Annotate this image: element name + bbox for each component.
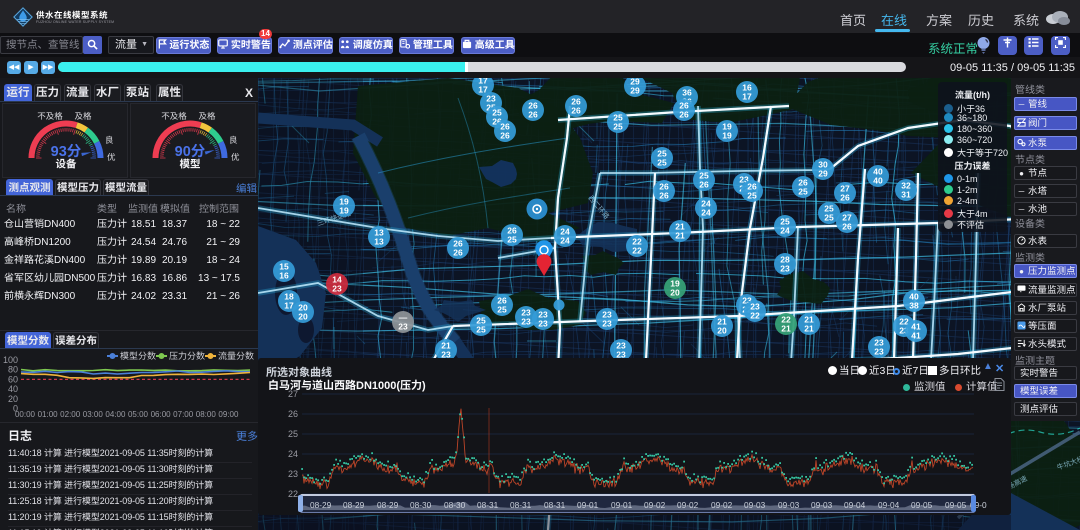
svg-text:及格: 及格 <box>74 111 92 121</box>
svg-text:优: 优 <box>107 152 116 162</box>
svg-text:90分: 90分 <box>175 143 206 160</box>
svg-text:08:00: 08:00 <box>196 410 217 419</box>
svg-text:不及格: 不及格 <box>37 111 63 121</box>
svg-text:23: 23 <box>602 319 612 329</box>
svg-text:20: 20 <box>298 312 308 322</box>
svg-text:设备: 设备 <box>56 159 77 171</box>
svg-text:流量分数: 流量分数 <box>218 351 254 361</box>
svg-text:良: 良 <box>105 135 114 145</box>
svg-text:25: 25 <box>497 305 507 315</box>
svg-text:26: 26 <box>679 110 689 120</box>
svg-text:21: 21 <box>781 324 791 334</box>
svg-text:25: 25 <box>824 213 834 223</box>
svg-text:29: 29 <box>630 86 640 96</box>
svg-text:25: 25 <box>507 235 517 245</box>
svg-text:23: 23 <box>538 319 548 329</box>
svg-text:06:00: 06:00 <box>151 410 172 419</box>
svg-text:22: 22 <box>750 311 760 321</box>
svg-text:31: 31 <box>901 190 911 200</box>
svg-text:23: 23 <box>780 264 790 274</box>
svg-text:26: 26 <box>528 110 538 120</box>
svg-text:60: 60 <box>8 374 18 384</box>
svg-text:16: 16 <box>279 271 289 281</box>
svg-text:20: 20 <box>8 394 18 404</box>
svg-text:26: 26 <box>571 106 581 116</box>
svg-text:23: 23 <box>874 347 884 357</box>
svg-text:13: 13 <box>374 237 384 247</box>
svg-text:24: 24 <box>288 449 298 459</box>
svg-text:00:00: 00:00 <box>15 410 36 419</box>
svg-text:05:00: 05:00 <box>128 410 149 419</box>
svg-text:良: 良 <box>229 135 238 145</box>
svg-text:26: 26 <box>840 193 850 203</box>
svg-text:24: 24 <box>701 208 711 218</box>
svg-text:21: 21 <box>804 324 814 334</box>
svg-text:22: 22 <box>288 489 298 499</box>
svg-text:26: 26 <box>453 248 463 258</box>
svg-text:优: 优 <box>231 152 240 162</box>
svg-text:04:00: 04:00 <box>105 410 126 419</box>
svg-text:100: 100 <box>3 355 18 365</box>
svg-text:17: 17 <box>742 92 752 102</box>
svg-text:26: 26 <box>842 222 852 232</box>
svg-text:19: 19 <box>722 131 732 141</box>
svg-text:02:00: 02:00 <box>60 410 81 419</box>
svg-text:26: 26 <box>288 409 298 419</box>
svg-text:03:00: 03:00 <box>83 410 104 419</box>
svg-text:41: 41 <box>911 331 921 341</box>
svg-text:26: 26 <box>659 191 669 201</box>
svg-text:40: 40 <box>8 384 18 394</box>
svg-text:25: 25 <box>657 158 667 168</box>
svg-text:09:00: 09:00 <box>218 410 239 419</box>
svg-text:模型分数: 模型分数 <box>120 351 156 361</box>
svg-text:01:00: 01:00 <box>38 410 59 419</box>
svg-text:07:00: 07:00 <box>173 410 194 419</box>
svg-text:29: 29 <box>818 169 828 179</box>
svg-text:23: 23 <box>332 284 342 294</box>
svg-text:24: 24 <box>780 226 790 236</box>
svg-text:25: 25 <box>476 325 486 335</box>
svg-text:24: 24 <box>560 236 570 246</box>
svg-text:19: 19 <box>339 206 349 216</box>
svg-text:及格: 及格 <box>198 111 216 121</box>
svg-text:25: 25 <box>288 429 298 439</box>
svg-text:22: 22 <box>632 246 642 256</box>
svg-text:26: 26 <box>699 180 709 190</box>
svg-text:38: 38 <box>909 301 919 311</box>
svg-text:25: 25 <box>613 122 623 132</box>
svg-text:26: 26 <box>500 131 510 141</box>
svg-text:20: 20 <box>717 326 727 336</box>
svg-text:21: 21 <box>675 231 685 241</box>
svg-text:25: 25 <box>747 191 757 201</box>
svg-text:压力分数: 压力分数 <box>169 351 205 361</box>
svg-text:93分: 93分 <box>51 143 82 160</box>
svg-text:23: 23 <box>521 317 531 327</box>
svg-text:25: 25 <box>798 187 808 197</box>
svg-text:23: 23 <box>288 469 298 479</box>
svg-text:模型: 模型 <box>180 159 201 171</box>
svg-text:20: 20 <box>670 288 680 298</box>
svg-text:23: 23 <box>398 322 408 332</box>
svg-text:40: 40 <box>873 176 883 186</box>
svg-text:不及格: 不及格 <box>161 111 187 121</box>
svg-text:80: 80 <box>8 365 18 375</box>
svg-text:27: 27 <box>288 389 298 399</box>
